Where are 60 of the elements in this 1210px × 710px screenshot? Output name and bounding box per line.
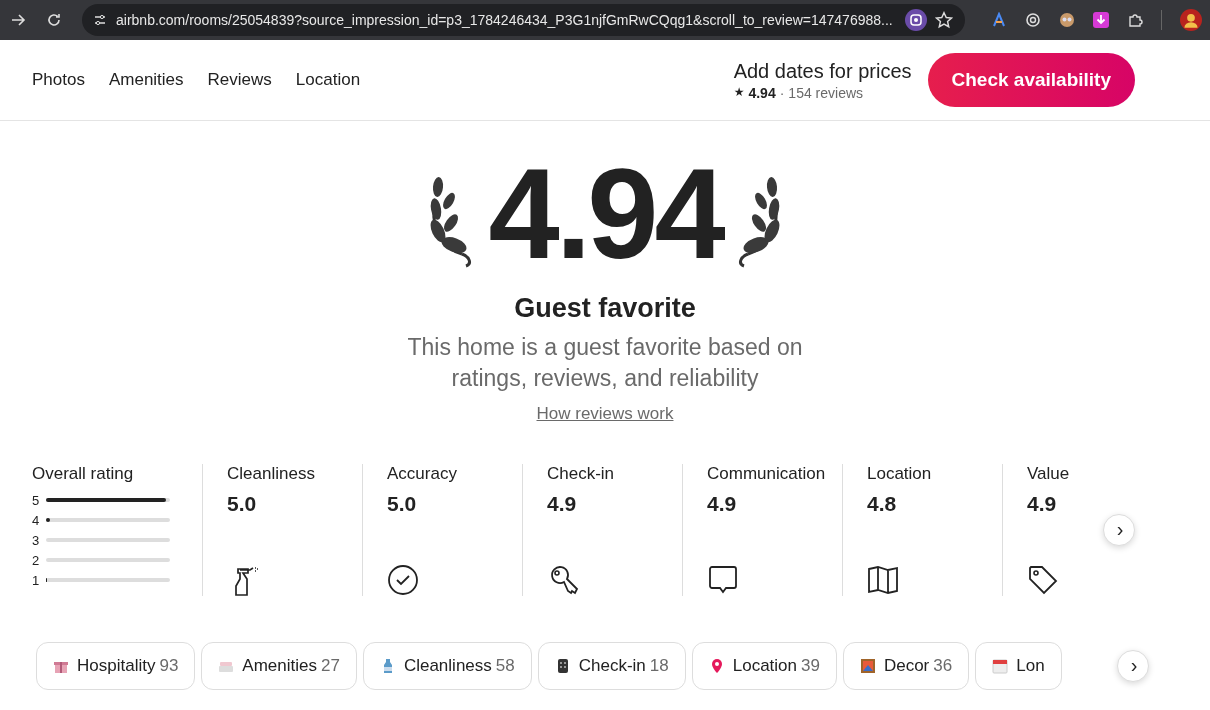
review-topic-chip[interactable]: Location 39	[691, 642, 837, 690]
download-icon[interactable]	[1092, 12, 1109, 28]
review-topic-chip[interactable]: Lon	[975, 642, 1062, 690]
review-topic-chip[interactable]: Cleanliness 58	[362, 642, 532, 690]
nav-link[interactable]: Location	[295, 70, 361, 90]
separator-dot: ·	[779, 84, 785, 101]
address-bar[interactable]: airbnb.com/rooms/25054839?source_impression_id=p3_1784246434_P3G1njfGmRwCQqg1&scroll_to_review=147476988...	[82, 4, 965, 36]
star-level-label: 3	[32, 532, 40, 548]
next-button[interactable]: ›	[1103, 514, 1135, 546]
nav-link[interactable]: Reviews	[207, 70, 272, 90]
back-icon[interactable]	[10, 12, 26, 28]
category-label: Communication	[707, 464, 827, 484]
reload-icon[interactable]	[46, 12, 62, 28]
review-count: 154 reviews	[788, 84, 864, 101]
url-text: airbnb.com/rooms/25054839?source_impression_id=p3_1784246434_P3G1njfGmRwCQqg1&scroll_to_review=147476988...	[116, 12, 893, 28]
next-button[interactable]: ›	[1117, 650, 1149, 682]
category-label: Value	[1027, 464, 1071, 484]
badge-title: Guest favorite	[514, 293, 696, 324]
category-label: Location	[867, 464, 933, 484]
checkmark-circle-icon	[387, 564, 419, 596]
puzzle-icon[interactable]	[1126, 12, 1143, 28]
category-score: 4.9	[1027, 492, 1058, 516]
review-topic-chip[interactable]: Hospitality 93	[36, 642, 196, 690]
check-availability-button[interactable]: Check availability	[927, 53, 1135, 107]
lens-icon[interactable]	[904, 9, 927, 31]
price-prompt: Add dates for prices	[733, 59, 912, 83]
extension-icon[interactable]	[1024, 12, 1041, 28]
price-tag-icon	[1027, 564, 1059, 596]
calendar-icon	[992, 658, 1009, 674]
category-label: Check-in	[547, 464, 616, 484]
category-score: 4.9	[547, 492, 578, 516]
nav-link[interactable]: Amenities	[108, 70, 184, 90]
review-topic-chip[interactable]: Amenities 27	[201, 642, 357, 690]
star-level-label: 5	[32, 492, 40, 508]
review-topic-chip[interactable]: Decor 36	[842, 642, 970, 690]
category-score: 5.0	[387, 492, 418, 516]
category-score: 4.8	[867, 492, 898, 516]
category-score: 5.0	[227, 492, 258, 516]
speech-bubble-icon	[707, 564, 739, 596]
rating-text: 4.94	[748, 84, 776, 101]
framed-picture-icon	[859, 658, 876, 674]
badge-description: This home is a guest favorite based on ratings, reviews, and reliability	[406, 333, 804, 393]
map-icon	[867, 564, 899, 596]
review-topic-chip[interactable]: Check-in 18	[537, 642, 686, 690]
star-icon[interactable]	[934, 11, 953, 29]
overall-score: 4.94	[488, 150, 722, 278]
star-glyph: ★	[733, 84, 745, 101]
nav-link[interactable]: Photos	[32, 70, 85, 90]
extension-icon[interactable]	[990, 12, 1007, 28]
star-level-label: 4	[32, 512, 40, 528]
category-score: 4.9	[707, 492, 738, 516]
avatar-icon[interactable]	[1179, 9, 1202, 31]
site-settings-icon[interactable]	[92, 12, 108, 28]
star-level-label: 1	[32, 572, 40, 588]
category-label: Accuracy	[387, 464, 458, 484]
overall-rating-label: Overall rating	[32, 464, 135, 484]
category-label: Cleanliness	[227, 464, 316, 484]
how-reviews-work-link[interactable]: How reviews work	[536, 404, 674, 424]
star-level-label: 2	[32, 552, 40, 568]
extension-icon[interactable]	[1058, 12, 1075, 28]
